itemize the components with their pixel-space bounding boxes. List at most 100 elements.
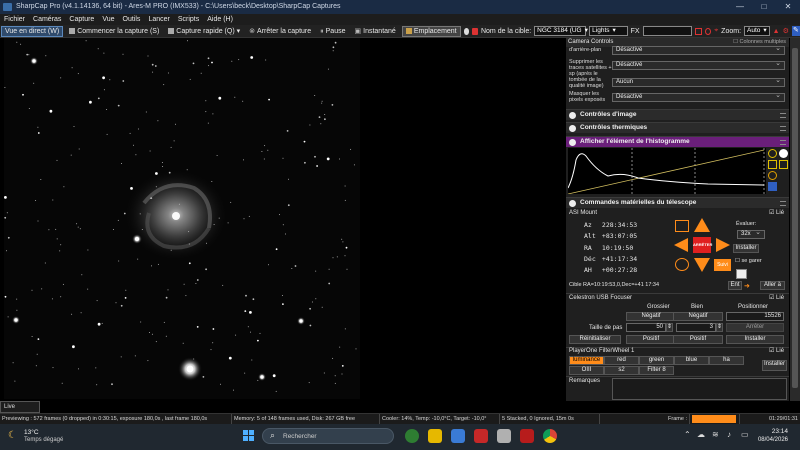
clock-date[interactable]: 08/04/2026 bbox=[748, 437, 788, 443]
remove-trails-select[interactable]: Désactivé bbox=[612, 60, 785, 70]
coarse-step-spinner[interactable]: ⇕ bbox=[666, 323, 673, 332]
filter-oiii-button[interactable]: OIII bbox=[569, 366, 604, 375]
pen-icon[interactable]: ✎ bbox=[791, 26, 800, 36]
snapshot-button[interactable]: ▣ Instantané bbox=[352, 26, 399, 37]
east-arrow-button[interactable] bbox=[716, 238, 730, 252]
position-field[interactable]: 15526 bbox=[726, 312, 784, 321]
coarse-negative-button[interactable]: Négatif bbox=[626, 312, 676, 321]
menu-scripts[interactable]: Scripts bbox=[178, 14, 199, 25]
mount-linked-checkbox[interactable]: ☑ Lié bbox=[769, 209, 784, 216]
frame-type-select[interactable]: Lights ▾ bbox=[589, 26, 628, 36]
file-explorer-icon[interactable] bbox=[428, 429, 442, 443]
filter-luminance-button[interactable]: luminance bbox=[569, 356, 604, 365]
weather-text[interactable]: Temps dégagé bbox=[24, 437, 63, 443]
cloud-icon[interactable]: ☁ bbox=[697, 430, 705, 439]
maximize-button[interactable]: □ bbox=[752, 0, 776, 14]
telescope-section[interactable]: Commandes matérielles du télescope bbox=[566, 197, 789, 208]
filterwheel-linked-checkbox[interactable]: ☑ Lié bbox=[769, 347, 784, 354]
info-icon[interactable] bbox=[768, 149, 777, 158]
filter-8-button[interactable]: Filter 8 bbox=[639, 366, 674, 375]
histogram-icon[interactable]: ▲ bbox=[773, 28, 780, 35]
quick-capture-button[interactable]: Capture rapide (Q) ▾ bbox=[165, 26, 243, 37]
fine-positive-button[interactable]: Positif bbox=[673, 335, 723, 344]
fine-negative-button[interactable]: Négatif bbox=[673, 312, 723, 321]
settings-icon[interactable]: ⚙ bbox=[783, 27, 789, 35]
remarks-textarea[interactable] bbox=[612, 378, 787, 400]
menu-cameras[interactable]: Caméras bbox=[33, 14, 61, 25]
coarse-positive-button[interactable]: Positif bbox=[626, 335, 676, 344]
minimize-button[interactable]: — bbox=[728, 0, 752, 14]
store-icon[interactable] bbox=[451, 429, 465, 443]
live-view-button[interactable]: Vue en direct (W) bbox=[1, 25, 64, 37]
menu-icon[interactable] bbox=[780, 140, 786, 145]
app-icon-red-2[interactable] bbox=[520, 429, 534, 443]
mount-install-button[interactable]: Installer bbox=[733, 244, 759, 253]
red-circle-icon[interactable] bbox=[705, 27, 712, 35]
lock-icon[interactable] bbox=[779, 160, 788, 169]
pause-button[interactable]: ⏸ Pause bbox=[317, 26, 348, 37]
menu-icon[interactable] bbox=[780, 113, 786, 118]
filterwheel-install-button[interactable]: Installer bbox=[762, 360, 787, 371]
contrast-icon[interactable] bbox=[779, 149, 788, 158]
panel-scrollbar[interactable] bbox=[790, 38, 800, 401]
menu-run[interactable]: Lancer bbox=[148, 14, 169, 25]
menu-icon[interactable] bbox=[780, 201, 786, 206]
app-icon-red[interactable] bbox=[474, 429, 488, 443]
reset-icon[interactable] bbox=[768, 171, 777, 180]
app-icon-green[interactable] bbox=[405, 429, 419, 443]
clock-time[interactable]: 23:14 bbox=[756, 428, 788, 435]
focuser-stop-button[interactable]: Arrêter bbox=[726, 323, 784, 332]
stop-capture-button[interactable]: ⊗ Arrêter la capture bbox=[246, 26, 314, 37]
coarse-step-field[interactable]: 50 bbox=[626, 323, 666, 332]
volume-icon[interactable]: ♪ bbox=[727, 430, 731, 439]
close-button[interactable]: ✕ bbox=[776, 0, 800, 14]
stop-button[interactable]: ARRÊTER bbox=[693, 237, 712, 253]
menu-help[interactable]: Aide (H) bbox=[207, 14, 233, 25]
location-button[interactable]: Emplacement bbox=[401, 25, 461, 37]
menu-icon[interactable] bbox=[780, 126, 786, 131]
enter-button[interactable]: Ent bbox=[728, 281, 742, 290]
filter-red-button[interactable]: red bbox=[604, 356, 639, 365]
image-viewport[interactable] bbox=[0, 38, 564, 401]
focuser-install-button[interactable]: Installer bbox=[726, 335, 784, 344]
fx-select[interactable] bbox=[642, 26, 693, 36]
thermal-controls-section[interactable]: Contrôles thermiques bbox=[566, 122, 789, 133]
mask-pixels-select[interactable]: Désactivé bbox=[612, 92, 785, 102]
spiral-search-icon[interactable] bbox=[675, 220, 689, 232]
image-controls-section[interactable]: Contrôles d'image bbox=[566, 109, 789, 120]
menu-view[interactable]: Vue bbox=[102, 14, 114, 25]
menu-capture[interactable]: Capture bbox=[69, 14, 94, 25]
goto-button[interactable]: Aller à bbox=[760, 281, 785, 290]
live-stacking-tab[interactable]: Live Stacking bbox=[0, 401, 40, 420]
histogram-section[interactable]: Afficher l'élément de l'histogramme bbox=[566, 136, 789, 147]
menu-file[interactable]: Fichier bbox=[4, 14, 25, 25]
app-icon-grey[interactable] bbox=[497, 429, 511, 443]
option-select[interactable]: Aucun bbox=[612, 77, 785, 87]
filter-s2-button[interactable]: s2 bbox=[604, 366, 639, 375]
star-icon[interactable] bbox=[736, 269, 747, 279]
arrow-right-icon[interactable]: ➜ bbox=[744, 282, 750, 290]
reset-button[interactable]: Réinitialiser bbox=[569, 335, 621, 344]
wifi-icon[interactable]: ≋ bbox=[712, 430, 719, 439]
start-capture-button[interactable]: Commencer la capture (S) bbox=[66, 26, 162, 37]
west-arrow-button[interactable] bbox=[674, 238, 688, 252]
park-checkbox[interactable]: ☐ se garer bbox=[735, 258, 762, 264]
fine-step-field[interactable]: 3 bbox=[676, 323, 716, 332]
weather-temp[interactable]: 13°C bbox=[24, 429, 39, 436]
record-icon[interactable] bbox=[463, 27, 470, 35]
bg-subtraction-select[interactable]: Désactivé bbox=[612, 45, 785, 55]
chevron-up-icon[interactable]: ⌃ bbox=[684, 430, 691, 439]
red-box-icon[interactable] bbox=[695, 27, 703, 35]
search-box[interactable]: ⌕ Rechercher bbox=[262, 428, 394, 444]
zoom-histogram-icon[interactable] bbox=[768, 160, 777, 169]
filter-ha-button[interactable]: ha bbox=[709, 356, 744, 365]
center-target-icon[interactable] bbox=[675, 258, 689, 271]
histogram-plot[interactable] bbox=[568, 148, 766, 194]
filter-blue-button[interactable]: blue bbox=[674, 356, 709, 365]
north-arrow-button[interactable] bbox=[694, 218, 710, 232]
fine-step-spinner[interactable]: ⇕ bbox=[716, 323, 723, 332]
target-name-select[interactable]: NGC 3184 (UG ▾ bbox=[534, 26, 588, 36]
scrollbar-thumb[interactable] bbox=[792, 48, 798, 388]
rate-select[interactable]: 32x bbox=[737, 229, 765, 239]
crosshair-icon[interactable]: ⌖ bbox=[714, 27, 718, 35]
